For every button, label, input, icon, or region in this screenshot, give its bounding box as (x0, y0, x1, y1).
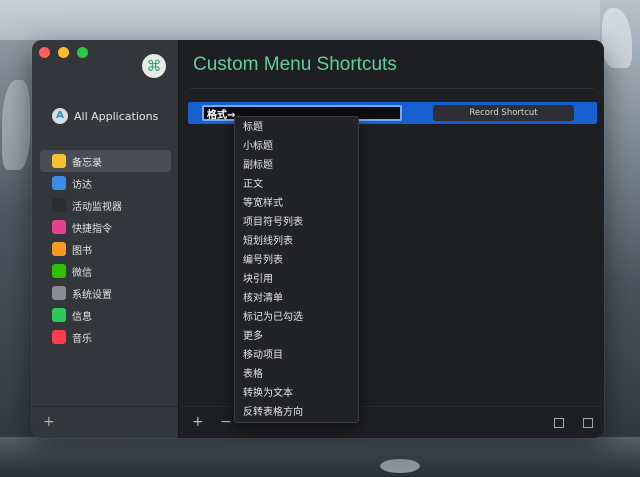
zoom-window-button[interactable] (77, 47, 88, 58)
menu-item[interactable]: 转换为文本 (235, 384, 358, 403)
menu-item[interactable]: 更多 (235, 327, 358, 346)
system-settings-icon (52, 286, 66, 300)
sidebar-item-label: All Applications (74, 109, 159, 123)
menu-item[interactable]: 块引用 (235, 270, 358, 289)
background-mountain-bottom (0, 437, 640, 477)
menu-item[interactable]: 移动项目 (235, 346, 358, 365)
record-shortcut-button[interactable]: Record Shortcut (433, 105, 574, 121)
menu-item[interactable]: 小标题 (235, 137, 358, 156)
remove-shortcut-button[interactable]: − (220, 414, 232, 430)
menu-item[interactable]: 项目符号列表 (235, 213, 358, 232)
menu-path-value: 格式→ (207, 110, 236, 121)
activity-monitor-icon (52, 198, 66, 212)
sidebar-app-label: 图书 (72, 245, 92, 257)
menu-path-dropdown: 标题 小标题 副标题 正文 等宽样式 项目符号列表 短划线列表 编号列表 块引用 核对清单 标记为已… (234, 116, 359, 423)
sidebar-app-item[interactable]: 系统设置 (40, 282, 171, 304)
add-app-button[interactable]: + (43, 414, 55, 430)
messages-icon (52, 308, 66, 322)
sidebar-app-item[interactable]: 音乐 (40, 326, 171, 348)
app-store-icon: A (52, 108, 68, 124)
menu-item[interactable]: 反转表格方向 (235, 403, 358, 422)
menu-item[interactable]: 短划线列表 (235, 232, 358, 251)
sidebar-app-label: 活动监视器 (72, 201, 122, 213)
import-icon[interactable] (554, 418, 564, 428)
divider (190, 88, 594, 89)
sidebar-item-all-applications[interactable]: A All Applications (52, 108, 158, 124)
sidebar-app-item[interactable]: 访达 (40, 172, 171, 194)
sidebar-app-item[interactable]: 活动监视器 (40, 194, 171, 216)
minimize-window-button[interactable] (58, 47, 69, 58)
sidebar-app-item[interactable]: 微信 (40, 260, 171, 282)
menu-item[interactable]: 等宽样式 (235, 194, 358, 213)
wechat-icon (52, 264, 66, 278)
add-shortcut-button[interactable]: + (192, 414, 204, 430)
sidebar-app-label: 备忘录 (72, 157, 102, 169)
sidebar-footer: + (32, 406, 179, 438)
sidebar-app-label: 快捷指令 (72, 223, 112, 235)
notes-icon (52, 154, 66, 168)
app-list: 备忘录访达活动监视器快捷指令图书微信系统设置信息音乐 (40, 150, 171, 348)
sidebar-app-item[interactable]: 图书 (40, 238, 171, 260)
background-mountain-right (600, 0, 640, 477)
books-icon (52, 242, 66, 256)
music-icon (52, 330, 66, 344)
sidebar-app-label: 系统设置 (72, 289, 112, 301)
close-window-button[interactable] (39, 47, 50, 58)
shortcuts-icon (52, 220, 66, 234)
sidebar-app-label: 微信 (72, 267, 92, 279)
background-snow (380, 459, 420, 473)
export-icon[interactable] (583, 418, 593, 428)
menu-item[interactable]: 表格 (235, 365, 358, 384)
sidebar-app-item[interactable]: 快捷指令 (40, 216, 171, 238)
sidebar: ⌘ A All Applications 备忘录访达活动监视器快捷指令图书微信系… (32, 40, 179, 438)
menu-item[interactable]: 编号列表 (235, 251, 358, 270)
background-snow (2, 80, 30, 170)
sidebar-app-label: 访达 (72, 179, 92, 191)
sidebar-app-label: 音乐 (72, 333, 92, 345)
menu-item[interactable]: 标题 (235, 118, 358, 137)
sidebar-app-item[interactable]: 备忘录 (40, 150, 171, 172)
menu-item[interactable]: 副标题 (235, 156, 358, 175)
menu-item[interactable]: 核对清单 (235, 289, 358, 308)
finder-icon (52, 176, 66, 190)
sidebar-app-item[interactable]: 信息 (40, 304, 171, 326)
page-title: Custom Menu Shortcuts (193, 54, 397, 75)
window-controls (39, 47, 88, 58)
menu-item[interactable]: 标记为已勾选 (235, 308, 358, 327)
sidebar-app-label: 信息 (72, 311, 92, 323)
app-logo-icon: ⌘ (142, 54, 166, 78)
menu-item[interactable]: 正文 (235, 175, 358, 194)
